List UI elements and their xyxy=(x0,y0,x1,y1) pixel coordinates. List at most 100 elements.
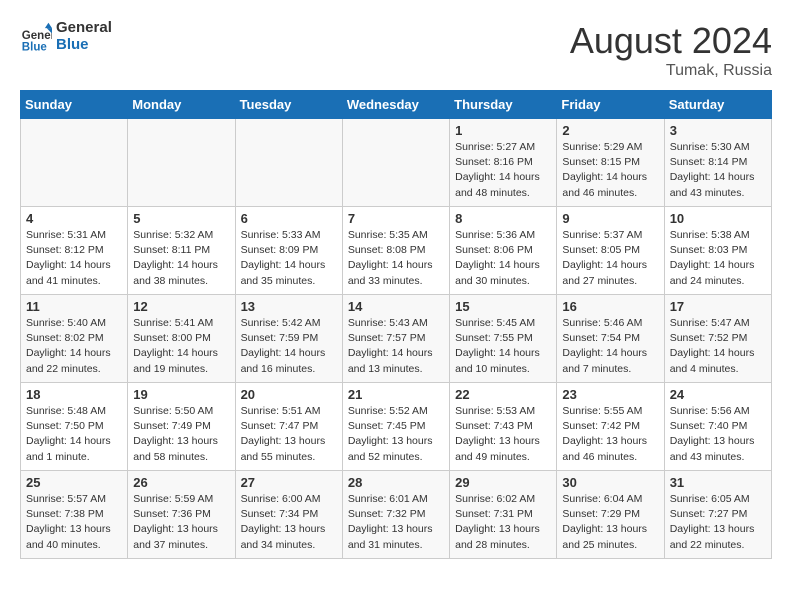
day-info: Sunrise: 5:56 AM Sunset: 7:40 PM Dayligh… xyxy=(670,404,766,465)
day-number: 24 xyxy=(670,387,766,402)
calendar-cell: 9Sunrise: 5:37 AM Sunset: 8:05 PM Daylig… xyxy=(557,207,664,295)
day-info: Sunrise: 5:53 AM Sunset: 7:43 PM Dayligh… xyxy=(455,404,551,465)
week-row-4: 18Sunrise: 5:48 AM Sunset: 7:50 PM Dayli… xyxy=(21,383,772,471)
calendar-cell: 24 Sunrise: 5:56 AM Sunset: 7:40 PM Dayli… xyxy=(664,383,771,471)
day-number: 7 xyxy=(348,211,444,226)
day-info: Sunrise: 5:31 AM Sunset: 8:12 PM Dayligh… xyxy=(26,228,122,289)
day-number: 9 xyxy=(562,211,658,226)
day-number: 31 xyxy=(670,475,766,490)
day-info: Sunrise: 5:51 AM Sunset: 7:47 PM Dayligh… xyxy=(241,404,337,465)
calendar-cell: 19 Sunrise: 5:50 AM Sunset: 7:49 PM Dayli… xyxy=(128,383,235,471)
calendar-cell: 25 Sunrise: 5:57 AM Sunset: 7:38 PM Dayli… xyxy=(21,471,128,559)
calendar-cell: 27 Sunrise: 6:00 AM Sunset: 7:34 PM Dayli… xyxy=(235,471,342,559)
day-number: 18 xyxy=(26,387,122,402)
day-info: Sunrise: 5:33 AM Sunset: 8:09 PM Dayligh… xyxy=(241,228,337,289)
day-number: 23 xyxy=(562,387,658,402)
day-number: 17 xyxy=(670,299,766,314)
week-row-2: 4Sunrise: 5:31 AM Sunset: 8:12 PM Daylig… xyxy=(21,207,772,295)
calendar-cell: 4Sunrise: 5:31 AM Sunset: 8:12 PM Daylig… xyxy=(21,207,128,295)
calendar-cell: 26 Sunrise: 5:59 AM Sunset: 7:36 PM Dayli… xyxy=(128,471,235,559)
day-number: 26 xyxy=(133,475,229,490)
week-row-3: 11 Sunrise: 5:40 AM Sunset: 8:02 PM Dayli… xyxy=(21,295,772,383)
week-row-5: 25 Sunrise: 5:57 AM Sunset: 7:38 PM Dayli… xyxy=(21,471,772,559)
calendar-cell: 13Sunrise: 5:42 AM Sunset: 7:59 PM Dayli… xyxy=(235,295,342,383)
month-year-title: August 2024 xyxy=(570,20,772,62)
calendar-cell: 22 Sunrise: 5:53 AM Sunset: 7:43 PM Dayli… xyxy=(450,383,557,471)
calendar-cell: 16 Sunrise: 5:46 AM Sunset: 7:54 PM Dayli… xyxy=(557,295,664,383)
day-info: Sunrise: 5:38 AM Sunset: 8:03 PM Dayligh… xyxy=(670,228,766,289)
header-thursday: Thursday xyxy=(450,91,557,119)
day-info: Sunrise: 5:55 AM Sunset: 7:42 PM Dayligh… xyxy=(562,404,658,465)
day-info: Sunrise: 5:30 AM Sunset: 8:14 PM Dayligh… xyxy=(670,140,766,201)
day-info: Sunrise: 5:29 AM Sunset: 8:15 PM Dayligh… xyxy=(562,140,658,201)
day-number: 6 xyxy=(241,211,337,226)
day-number: 21 xyxy=(348,387,444,402)
day-number: 25 xyxy=(26,475,122,490)
day-info: Sunrise: 6:05 AM Sunset: 7:27 PM Dayligh… xyxy=(670,492,766,553)
day-number: 11 xyxy=(26,299,122,314)
calendar-cell xyxy=(235,119,342,207)
day-info: Sunrise: 5:43 AM Sunset: 7:57 PM Dayligh… xyxy=(348,316,444,377)
calendar-cell: 29Sunrise: 6:02 AM Sunset: 7:31 PM Dayli… xyxy=(450,471,557,559)
calendar-cell: 30 Sunrise: 6:04 AM Sunset: 7:29 PM Dayli… xyxy=(557,471,664,559)
day-info: Sunrise: 5:27 AM Sunset: 8:16 PM Dayligh… xyxy=(455,140,551,201)
calendar-header-row: SundayMondayTuesdayWednesdayThursdayFrid… xyxy=(21,91,772,119)
location-title: Tumak, Russia xyxy=(570,62,772,80)
day-info: Sunrise: 5:57 AM Sunset: 7:38 PM Dayligh… xyxy=(26,492,122,553)
header-wednesday: Wednesday xyxy=(342,91,449,119)
calendar-cell: 31 Sunrise: 6:05 AM Sunset: 7:27 PM Dayli… xyxy=(664,471,771,559)
day-info: Sunrise: 5:45 AM Sunset: 7:55 PM Dayligh… xyxy=(455,316,551,377)
calendar-cell: 1 Sunrise: 5:27 AM Sunset: 8:16 PM Daylig… xyxy=(450,119,557,207)
day-number: 22 xyxy=(455,387,551,402)
day-number: 12 xyxy=(133,299,229,314)
header-monday: Monday xyxy=(128,91,235,119)
calendar-cell: 5 Sunrise: 5:32 AM Sunset: 8:11 PM Daylig… xyxy=(128,207,235,295)
header-saturday: Saturday xyxy=(664,91,771,119)
logo: General Blue General Blue xyxy=(20,20,112,53)
day-number: 14 xyxy=(348,299,444,314)
calendar-cell: 7 Sunrise: 5:35 AM Sunset: 8:08 PM Daylig… xyxy=(342,207,449,295)
calendar-cell: 3 Sunrise: 5:30 AM Sunset: 8:14 PM Daylig… xyxy=(664,119,771,207)
calendar-cell: 14 Sunrise: 5:43 AM Sunset: 7:57 PM Dayli… xyxy=(342,295,449,383)
day-info: Sunrise: 5:46 AM Sunset: 7:54 PM Dayligh… xyxy=(562,316,658,377)
day-number: 20 xyxy=(241,387,337,402)
day-info: Sunrise: 5:32 AM Sunset: 8:11 PM Dayligh… xyxy=(133,228,229,289)
calendar-cell: 18Sunrise: 5:48 AM Sunset: 7:50 PM Dayli… xyxy=(21,383,128,471)
day-number: 27 xyxy=(241,475,337,490)
calendar-cell: 12Sunrise: 5:41 AM Sunset: 8:00 PM Dayli… xyxy=(128,295,235,383)
day-number: 1 xyxy=(455,123,551,138)
svg-text:General: General xyxy=(22,29,52,41)
calendar-cell xyxy=(342,119,449,207)
day-number: 15 xyxy=(455,299,551,314)
day-number: 29 xyxy=(455,475,551,490)
day-number: 19 xyxy=(133,387,229,402)
calendar-cell xyxy=(21,119,128,207)
page-header: General Blue General Blue August 2024 Tu… xyxy=(20,20,772,80)
logo-blue: Blue xyxy=(56,37,112,54)
day-info: Sunrise: 5:40 AM Sunset: 8:02 PM Dayligh… xyxy=(26,316,122,377)
day-number: 2 xyxy=(562,123,658,138)
calendar-cell: 21Sunrise: 5:52 AM Sunset: 7:45 PM Dayli… xyxy=(342,383,449,471)
day-number: 16 xyxy=(562,299,658,314)
day-number: 28 xyxy=(348,475,444,490)
day-info: Sunrise: 5:42 AM Sunset: 7:59 PM Dayligh… xyxy=(241,316,337,377)
calendar-cell: 2 Sunrise: 5:29 AM Sunset: 8:15 PM Daylig… xyxy=(557,119,664,207)
day-info: Sunrise: 5:50 AM Sunset: 7:49 PM Dayligh… xyxy=(133,404,229,465)
day-info: Sunrise: 6:04 AM Sunset: 7:29 PM Dayligh… xyxy=(562,492,658,553)
day-number: 10 xyxy=(670,211,766,226)
day-info: Sunrise: 5:35 AM Sunset: 8:08 PM Dayligh… xyxy=(348,228,444,289)
day-info: Sunrise: 5:59 AM Sunset: 7:36 PM Dayligh… xyxy=(133,492,229,553)
calendar-cell: 28Sunrise: 6:01 AM Sunset: 7:32 PM Dayli… xyxy=(342,471,449,559)
logo-icon: General Blue xyxy=(20,21,52,53)
logo-general: General xyxy=(56,20,112,37)
calendar-cell: 23 Sunrise: 5:55 AM Sunset: 7:42 PM Dayli… xyxy=(557,383,664,471)
week-row-1: 1 Sunrise: 5:27 AM Sunset: 8:16 PM Daylig… xyxy=(21,119,772,207)
day-info: Sunrise: 6:00 AM Sunset: 7:34 PM Dayligh… xyxy=(241,492,337,553)
day-number: 5 xyxy=(133,211,229,226)
calendar-cell: 15 Sunrise: 5:45 AM Sunset: 7:55 PM Dayli… xyxy=(450,295,557,383)
svg-text:Blue: Blue xyxy=(22,41,48,53)
day-number: 30 xyxy=(562,475,658,490)
header-tuesday: Tuesday xyxy=(235,91,342,119)
day-number: 3 xyxy=(670,123,766,138)
calendar-table: SundayMondayTuesdayWednesdayThursdayFrid… xyxy=(20,90,772,559)
